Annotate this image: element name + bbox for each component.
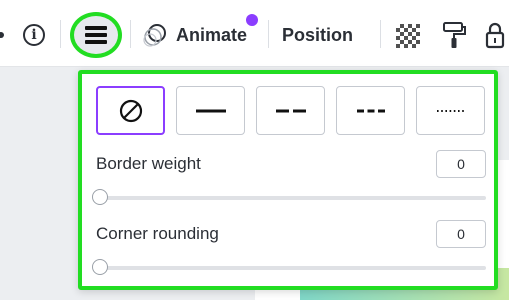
- border-style-button[interactable]: [70, 12, 122, 58]
- no-border-icon: [119, 99, 142, 122]
- lock-button[interactable]: [482, 20, 508, 50]
- toolbar-divider: [130, 20, 131, 48]
- dashed-line-icon: [275, 109, 306, 112]
- position-label: Position: [282, 24, 353, 45]
- animate-label: Animate: [176, 24, 248, 45]
- transparency-button[interactable]: [394, 22, 422, 50]
- corner-rounding-input[interactable]: 0: [436, 220, 486, 248]
- toolbar-divider: [268, 20, 269, 48]
- new-feature-badge: [246, 14, 258, 26]
- border-none-option[interactable]: [96, 86, 165, 135]
- border-weight-input[interactable]: 0: [436, 150, 486, 178]
- position-button[interactable]: Position: [282, 18, 353, 52]
- border-weight-label: Border weight: [96, 154, 201, 173]
- lock-icon: [485, 22, 505, 49]
- element-toolbar: i Animate Position: [0, 0, 509, 67]
- border-solid-option[interactable]: [176, 86, 245, 135]
- corner-rounding-slider-thumb[interactable]: [92, 259, 108, 275]
- border-style-icon: [85, 26, 107, 44]
- transparency-icon: [396, 24, 420, 48]
- border-style-options: [96, 86, 485, 135]
- info-icon: i: [23, 24, 45, 46]
- info-button[interactable]: i: [18, 19, 50, 51]
- border-weight-slider-thumb[interactable]: [92, 189, 108, 205]
- toolbar-edge-indicator: [0, 32, 4, 38]
- copy-style-button[interactable]: [440, 20, 468, 50]
- border-style-panel: Border weight 0 Corner rounding 0: [78, 70, 498, 290]
- animate-icon: [143, 24, 166, 47]
- border-dashed-option[interactable]: [256, 86, 325, 135]
- toolbar-divider: [380, 20, 381, 48]
- border-short-dashed-option[interactable]: [336, 86, 405, 135]
- solid-line-icon: [195, 109, 226, 112]
- paint-roller-icon: [443, 22, 466, 48]
- animate-button[interactable]: Animate: [142, 18, 247, 52]
- border-dotted-option[interactable]: [416, 86, 485, 135]
- border-weight-slider[interactable]: [92, 189, 486, 205]
- toolbar-divider: [60, 20, 61, 48]
- short-dashed-line-icon: [356, 109, 385, 112]
- corner-rounding-label: Corner rounding: [96, 224, 219, 243]
- dotted-line-icon: [436, 109, 466, 112]
- corner-rounding-slider[interactable]: [92, 259, 486, 275]
